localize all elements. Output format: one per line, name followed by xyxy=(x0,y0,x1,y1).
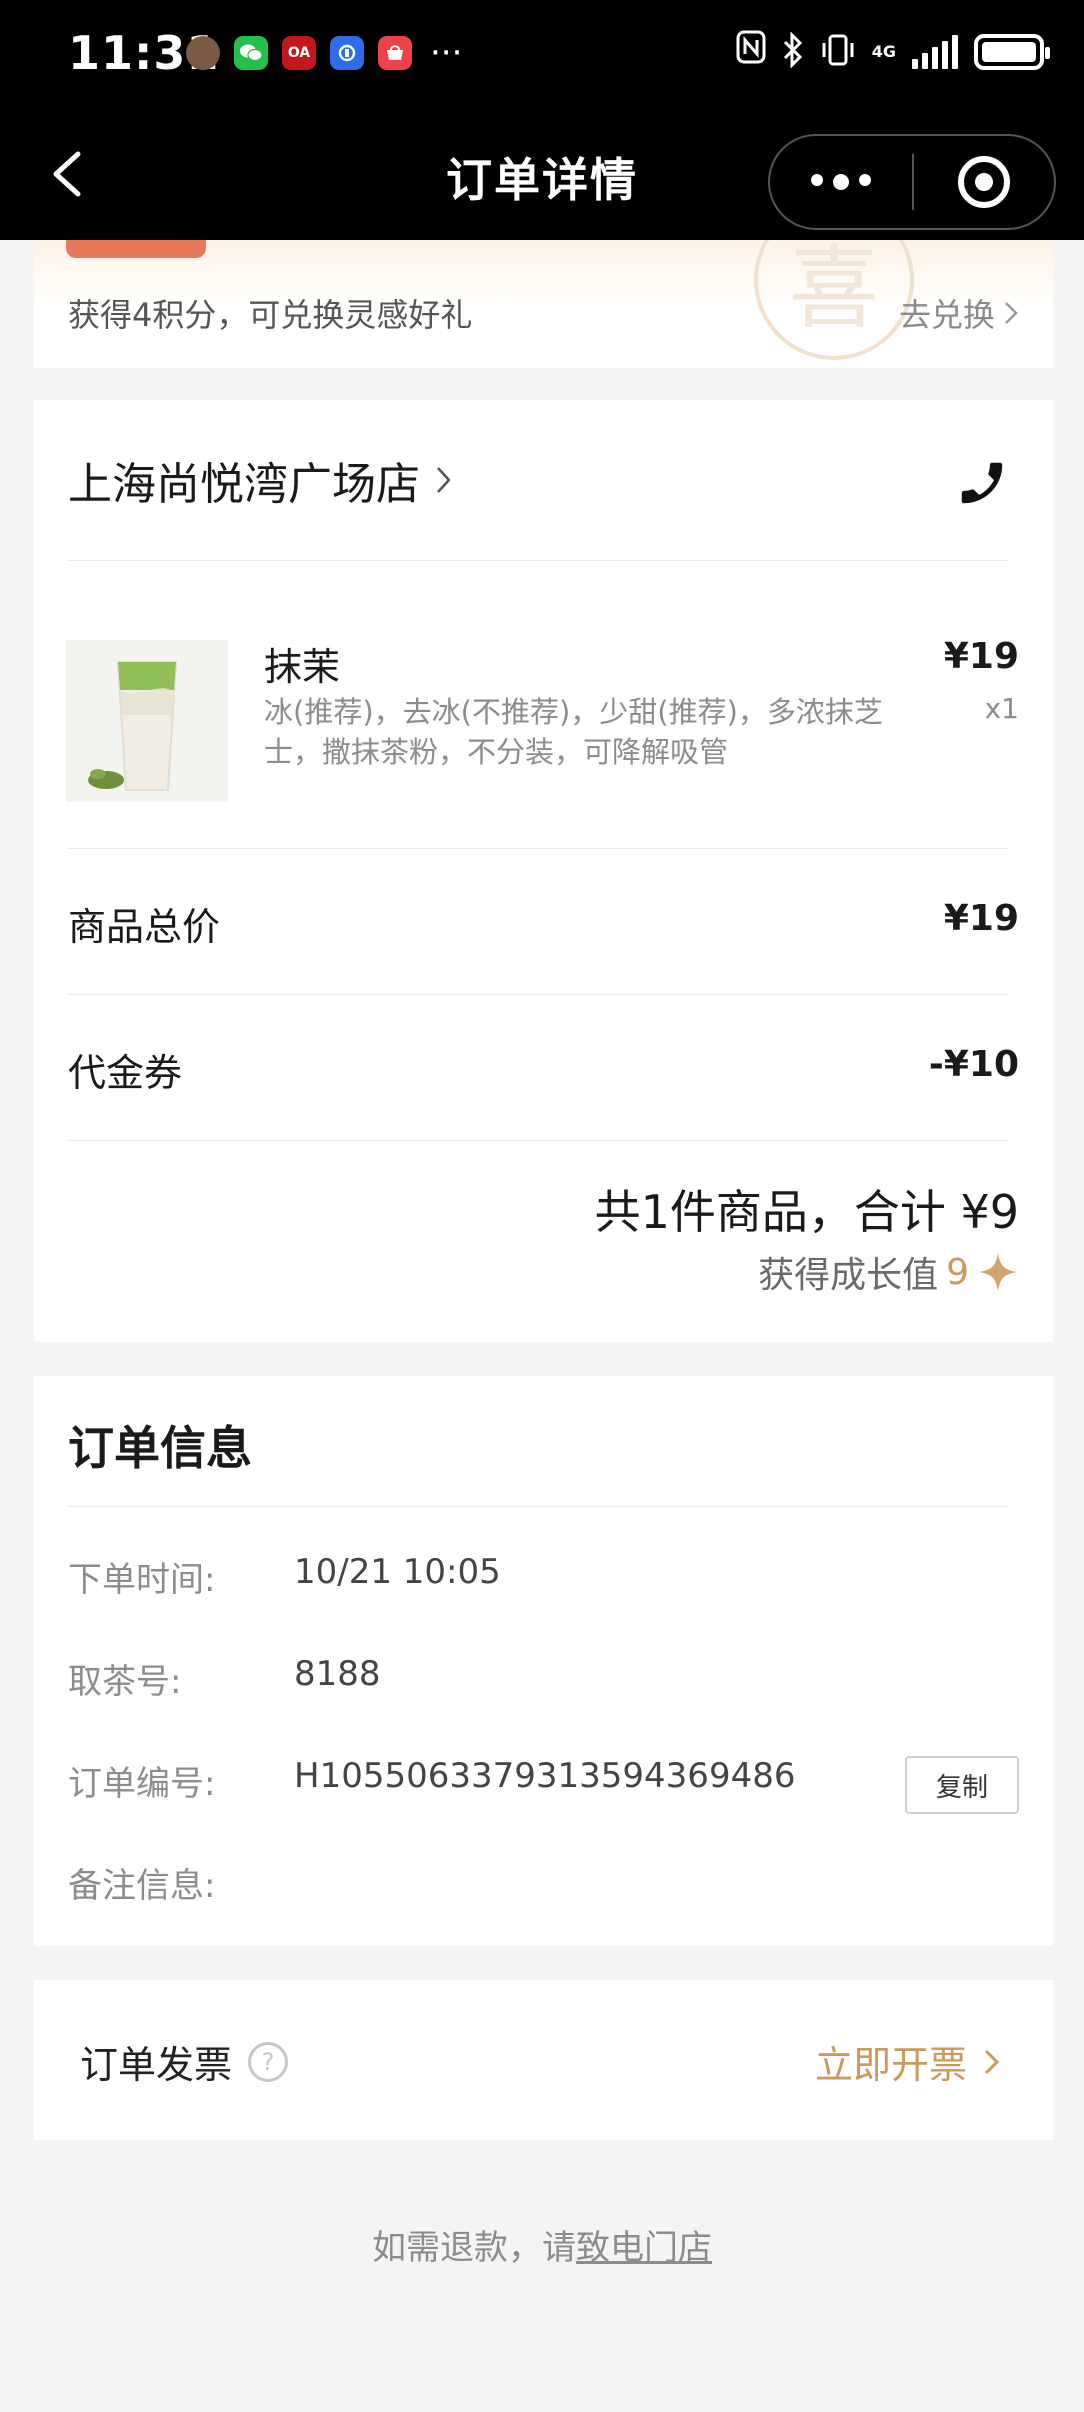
chevron-right-icon xyxy=(984,2049,1000,2074)
growth-points: 获得成长值 9 xyxy=(758,1246,1019,1298)
divider xyxy=(68,560,1009,561)
target-icon xyxy=(958,156,1010,208)
order-time-value: 10/21 10:05 xyxy=(294,1552,501,1592)
refund-note: 如需退款，请致电门店 xyxy=(0,2220,1084,2269)
order-detail-page: 11:31 OA ··· 4G 订单详情 喜 获得4积分，可兑换灵感好礼 去兑换… xyxy=(0,0,1084,2412)
notification-icons: OA ··· xyxy=(186,36,462,70)
redeem-label: 去兑换 xyxy=(898,296,995,334)
points-text: 获得4积分，可兑换灵感好礼 xyxy=(68,296,473,334)
dot-icon xyxy=(811,174,823,186)
promo-tag xyxy=(66,240,206,258)
call-store-button[interactable] xyxy=(955,456,1009,510)
order-number-label: 订单编号: xyxy=(68,1764,216,1804)
phone-icon xyxy=(961,462,1003,504)
close-miniprogram-button[interactable] xyxy=(914,156,1054,208)
invoice-title: 订单发票 xyxy=(80,2043,233,2087)
redeem-link[interactable]: 去兑换 xyxy=(899,290,1019,336)
wechat-notification-icon xyxy=(234,36,268,70)
divider xyxy=(68,1506,1009,1507)
pickup-number-value: 8188 xyxy=(294,1654,381,1694)
network-type: 4G xyxy=(871,41,896,61)
product-price: ¥19 xyxy=(943,636,1019,677)
remark-label: 备注信息: xyxy=(68,1866,216,1906)
subtotal-label: 商品总价 xyxy=(68,905,221,949)
divider xyxy=(68,848,1009,849)
chevron-right-icon xyxy=(437,467,451,493)
system-status-icons: 4G xyxy=(736,30,1050,73)
points-card: 喜 获得4积分，可兑换灵感好礼 去兑换 xyxy=(34,240,1053,368)
help-icon[interactable]: ? xyxy=(248,2041,289,2082)
miniprogram-capsule xyxy=(768,134,1056,230)
order-card: 上海尚悦湾广场店 抹茉 冰(推荐)，去冰(不推荐)，少甜(推荐)，多浓抹芝士，撒… xyxy=(34,400,1053,1342)
voucher-value: -¥10 xyxy=(928,1044,1019,1085)
more-options-button[interactable] xyxy=(770,174,912,190)
avatar-notification-icon xyxy=(186,36,220,70)
refund-prefix: 如需退款，请 xyxy=(372,2228,576,2268)
bluetooth-icon xyxy=(782,30,804,72)
pickup-number-label: 取茶号: xyxy=(68,1662,182,1702)
vibrate-icon xyxy=(820,33,856,71)
order-total: 共1件商品，合计 ¥9 xyxy=(594,1185,1019,1239)
order-time-label: 下单时间: xyxy=(68,1560,216,1600)
more-notifications-icon: ··· xyxy=(430,33,463,73)
nfc-icon xyxy=(736,30,766,73)
dot-icon xyxy=(833,174,849,190)
divider xyxy=(68,994,1009,995)
growth-value: 9 xyxy=(946,1251,969,1293)
sparkle-icon xyxy=(979,1253,1017,1291)
battery-icon xyxy=(974,33,1050,70)
divider xyxy=(68,1140,1009,1141)
issue-invoice-label: 立即开票 xyxy=(814,2043,967,2087)
store-link[interactable]: 上海尚悦湾广场店 xyxy=(68,448,454,512)
dot-icon xyxy=(859,174,871,186)
order-info-title: 订单信息 xyxy=(68,1421,252,1475)
product-quantity: x1 xyxy=(984,692,1019,725)
nav-bar: 订单详情 xyxy=(0,108,1084,240)
seal-watermark: 喜 xyxy=(754,240,914,360)
issue-invoice-link[interactable]: 立即开票 xyxy=(815,2034,1001,2089)
product-name: 抹茉 xyxy=(264,645,341,689)
invoice-card: 订单发票 ? 立即开票 xyxy=(34,1980,1053,2140)
order-number-value: H105506337931359436948​6 xyxy=(294,1756,796,1796)
shop-notification-icon xyxy=(378,36,412,70)
product-image xyxy=(66,640,228,802)
order-info-card: 订单信息 下单时间: 10/21 10:05 取茶号: 8188 订单编号: H… xyxy=(34,1376,1053,1946)
oa-notification-icon: OA xyxy=(282,36,316,70)
voucher-label: 代金券 xyxy=(68,1051,183,1095)
content-scroll[interactable]: 喜 获得4积分，可兑换灵感好礼 去兑换 上海尚悦湾广场店 抹茉 冰(推荐)，去冰… xyxy=(0,240,1084,2412)
app-notification-icon xyxy=(330,36,364,70)
chevron-right-icon xyxy=(1005,302,1018,324)
subtotal-value: ¥19 xyxy=(943,898,1019,939)
status-bar: 11:31 OA ··· 4G xyxy=(0,0,1084,108)
call-store-link[interactable]: 致电门店 xyxy=(576,2228,712,2268)
product-options: 冰(推荐)，去冰(不推荐)，少甜(推荐)，多浓抹芝士，撒抹茶粉，不分装，可降解吸… xyxy=(264,695,883,769)
invoice-title-row: 订单发票 ? xyxy=(80,2034,289,2089)
store-name: 上海尚悦湾广场店 xyxy=(68,459,420,510)
copy-button[interactable]: 复制 xyxy=(905,1756,1019,1814)
growth-label: 获得成长值 xyxy=(758,1255,939,1296)
signal-icon xyxy=(912,34,958,69)
